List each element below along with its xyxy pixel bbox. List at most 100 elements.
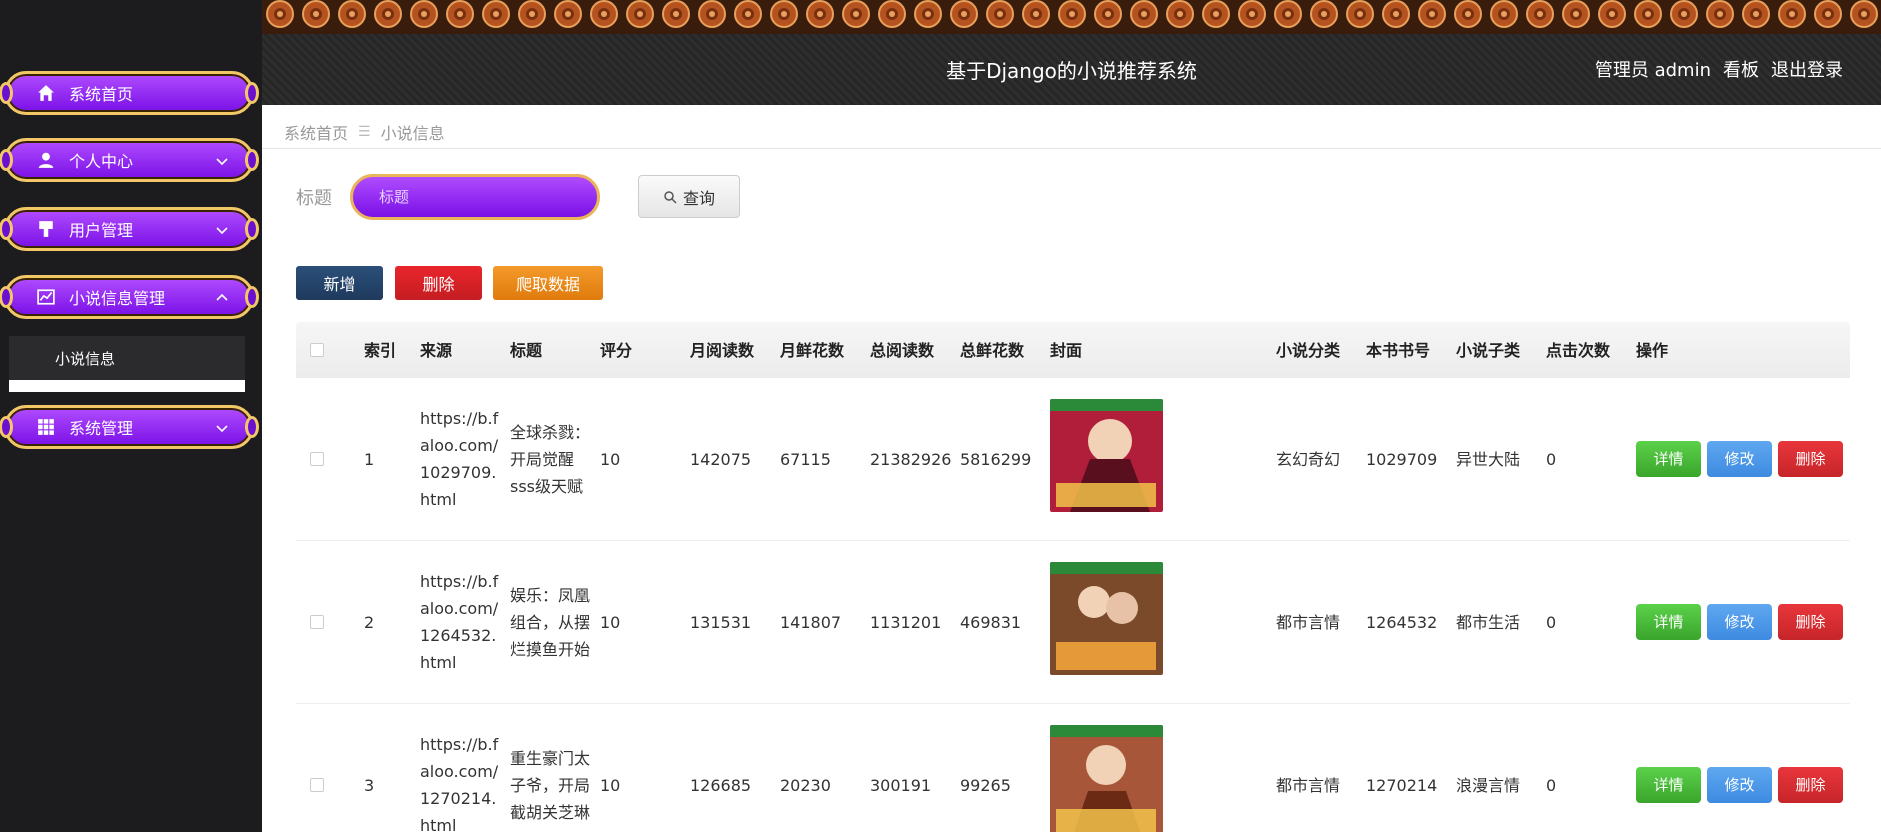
query-button[interactable]: 查询	[638, 175, 740, 218]
user-icon	[38, 152, 54, 168]
select-all-checkbox[interactable]	[310, 343, 324, 357]
checkbox-cell	[296, 615, 364, 629]
sidebar-item-label: 用户管理	[69, 221, 134, 240]
sidebar-item-novel-management[interactable]: 小说信息管理	[0, 275, 259, 319]
row-checkbox[interactable]	[310, 452, 324, 466]
cell-monthly-reads: 131531	[690, 612, 752, 632]
header-checkbox-cell	[296, 343, 364, 357]
sidebar-item-label: 小说信息管理	[69, 289, 166, 308]
column-header: 本书书号	[1366, 340, 1431, 360]
cell-subcategory: 浪漫言情	[1456, 775, 1521, 795]
cover-image	[1050, 724, 1163, 832]
header-decoration	[262, 0, 1881, 34]
cell-monthly-flowers: 141807	[780, 612, 842, 632]
cell-category: 都市言情	[1276, 775, 1341, 795]
logout-link[interactable]: 退出登录	[1771, 56, 1843, 82]
cell-title: 重生豪门太子爷，开局截胡关芝琳	[510, 748, 591, 822]
cell-total-flowers: 99265	[960, 775, 1011, 795]
column-header: 总鲜花数	[960, 340, 1025, 360]
cell-category: 都市言情	[1276, 612, 1341, 632]
edit-button[interactable]: 修改	[1707, 767, 1772, 803]
column-header: 点击次数	[1546, 340, 1611, 360]
column-header: 小说子类	[1456, 340, 1521, 360]
crawl-data-button[interactable]: 爬取数据	[493, 266, 603, 300]
detail-button[interactable]: 详情	[1636, 767, 1701, 803]
divider	[262, 148, 1881, 149]
batch-delete-button[interactable]: 删除	[395, 266, 482, 300]
cell-source: https://b.faloo.com/1264532.html	[420, 572, 499, 672]
query-button-label: 查询	[682, 188, 715, 208]
cell-clicks: 0	[1546, 612, 1557, 632]
table-row: 1 https://b.faloo.com/1029709.html 全球杀戮：…	[296, 378, 1850, 541]
cover-image	[1050, 561, 1163, 675]
cell-book-id: 1029709	[1366, 449, 1438, 469]
cell-total-flowers: 5816299	[960, 449, 1032, 469]
cell-score: 10	[600, 449, 621, 469]
cell-index: 3	[364, 775, 375, 795]
cell-subcategory: 都市生活	[1456, 612, 1521, 632]
column-header: 标题	[510, 340, 543, 360]
chevron-down-icon	[216, 425, 228, 433]
cell-total-flowers: 469831	[960, 612, 1022, 632]
breadcrumb-home[interactable]: 系统首页	[284, 120, 348, 144]
cover-cell	[1050, 398, 1276, 520]
edit-button[interactable]: 修改	[1707, 441, 1772, 477]
delete-button[interactable]: 删除	[1778, 441, 1843, 477]
chart-icon	[37, 289, 55, 305]
cell-score: 10	[600, 612, 621, 632]
header: 基于Django的小说推荐系统 管理员 admin 看板 退出登录	[262, 0, 1881, 105]
sidebar-item-home[interactable]: 系统首页	[0, 71, 259, 115]
cover-image	[1050, 398, 1163, 512]
novel-table: 索引 来源 标题 评分 月阅读数 月鲜花数 总阅读数 总鲜花数 封面 小说分类 …	[296, 322, 1850, 832]
add-button[interactable]: 新增	[296, 266, 383, 300]
column-header: 评分	[600, 340, 633, 360]
cell-source: https://b.faloo.com/1270214.html	[420, 735, 499, 832]
edit-button[interactable]: 修改	[1707, 604, 1772, 640]
breadcrumb-current: 小说信息	[380, 124, 445, 143]
cell-source: https://b.faloo.com/1029709.html	[420, 409, 499, 509]
row-checkbox[interactable]	[310, 615, 324, 629]
cell-book-id: 1270214	[1366, 775, 1438, 795]
row-checkbox[interactable]	[310, 778, 324, 792]
table-row: 2 https://b.faloo.com/1264532.html 娱乐：凤凰…	[296, 541, 1850, 704]
delete-button[interactable]: 删除	[1778, 767, 1843, 803]
home-icon	[38, 85, 54, 101]
sidebar-item-users[interactable]: 用户管理	[0, 207, 259, 251]
cell-total-reads: 1131201	[870, 612, 942, 632]
detail-button[interactable]: 详情	[1636, 441, 1701, 477]
chevron-down-icon	[216, 158, 228, 166]
cover-cell	[1050, 724, 1276, 832]
cell-index: 2	[364, 612, 375, 632]
ops-cell: 详情 修改 删除	[1636, 441, 1850, 477]
pill-ornament	[245, 416, 259, 438]
pill-ornament	[245, 218, 259, 240]
detail-button[interactable]: 详情	[1636, 604, 1701, 640]
cell-monthly-reads: 142075	[690, 449, 752, 469]
sidebar-item-system[interactable]: 系统管理	[0, 405, 259, 449]
delete-button[interactable]: 删除	[1778, 604, 1843, 640]
pill-ornament	[245, 82, 259, 104]
search-label: 标题	[296, 188, 332, 209]
sidebar-item-label: 个人中心	[69, 152, 134, 171]
cell-clicks: 0	[1546, 449, 1557, 469]
sidebar: 系统首页 个人中心 用户管理 小说信息管理 小说信息 系统管理	[0, 0, 262, 832]
cover-cell	[1050, 561, 1276, 683]
cell-title: 全球杀戮：开局觉醒sss级天赋	[510, 422, 591, 496]
search-icon	[664, 190, 677, 204]
table-row: 3 https://b.faloo.com/1270214.html 重生豪门太…	[296, 704, 1850, 832]
pill-ornament	[0, 82, 13, 104]
cell-monthly-reads: 126685	[690, 775, 752, 795]
sidebar-item-profile[interactable]: 个人中心	[0, 138, 259, 182]
cell-book-id: 1264532	[1366, 612, 1438, 632]
cell-monthly-flowers: 67115	[780, 449, 831, 469]
title-search-input[interactable]	[350, 174, 600, 220]
pill-ornament	[0, 286, 13, 308]
cell-clicks: 0	[1546, 775, 1557, 795]
grid-icon	[38, 419, 54, 435]
checkbox-cell	[296, 452, 364, 466]
submenu-item-novel-info[interactable]: 小说信息	[9, 336, 245, 380]
board-link[interactable]: 看板	[1723, 56, 1759, 82]
chevron-down-icon	[216, 227, 228, 235]
table-header: 索引 来源 标题 评分 月阅读数 月鲜花数 总阅读数 总鲜花数 封面 小说分类 …	[296, 322, 1850, 378]
ops-cell: 详情 修改 删除	[1636, 767, 1850, 803]
